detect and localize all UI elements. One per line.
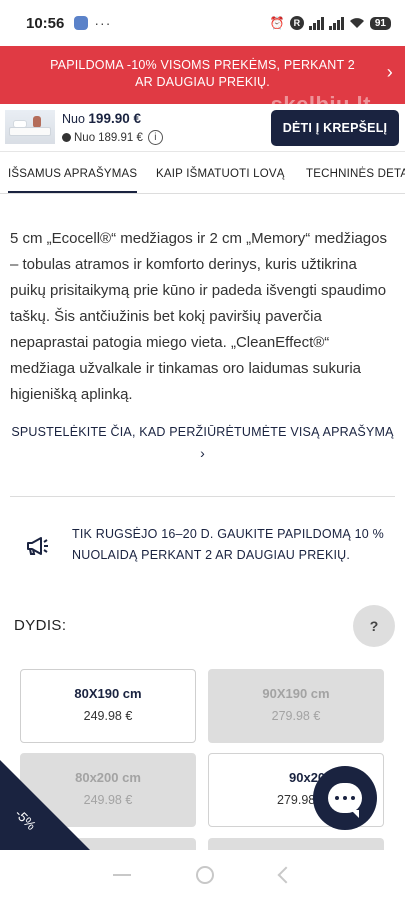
chat-button[interactable] (313, 766, 377, 830)
size-option-80x190[interactable]: 80X190 cm 249.98 € (20, 669, 196, 743)
read-more-label: SPUSTELĖKITE ČIA, KAD PERŽIŪRĖTUMĖTE VIS… (11, 425, 394, 439)
chat-bubble-icon (328, 783, 362, 818)
price-value: 199.90 € (88, 111, 141, 126)
campaign-notice: TIK RUGSĖJO 16–20 D. GAUKITE PAPILDOMĄ 1… (72, 527, 384, 562)
loyalty-icon (62, 133, 71, 142)
battery-icon: 91 (369, 16, 391, 30)
recents-icon[interactable] (112, 874, 131, 876)
app-notification-icon (74, 16, 89, 30)
back-icon[interactable] (277, 866, 295, 884)
size-option-label: 90X190 cm (262, 686, 330, 701)
signal-icon (308, 16, 324, 30)
chevron-right-icon: › (200, 445, 205, 461)
size-help-button[interactable]: ? (353, 605, 395, 647)
system-nav-bar (0, 850, 405, 900)
promo-banner-text: PAPILDOMA -10% VISOMS PREKĖMS, PERKANT 2… (50, 58, 355, 89)
promo-banner[interactable]: PAPILDOMA -10% VISOMS PREKĖMS, PERKANT 2… (0, 46, 405, 116)
chevron-right-icon: › (386, 62, 393, 82)
tab-description[interactable]: IŠSAMUS APRAŠYMAS (8, 168, 138, 193)
status-right-icons: ⏰ R 91 (270, 16, 391, 30)
product-thumbnail (5, 110, 55, 144)
status-left-icons: ··· (74, 15, 111, 31)
sticky-buy-bar: Nuo 199.90 € Nuo 189.91 € i DĖTI Į KREPŠ… (0, 104, 405, 152)
size-option-90x190[interactable]: 90X190 cm 279.98 € (208, 669, 384, 743)
status-time: 10:56 (26, 14, 65, 32)
price-prefix: Nuo (62, 112, 85, 126)
alarm-icon: ⏰ (269, 16, 285, 30)
wifi-icon (349, 18, 364, 28)
product-tabs: IŠSAMUS APRAŠYMAS KAIP IŠMATUOTI LOVĄ TE… (0, 152, 405, 194)
loyalty-price: Nuo 189.91 € i (62, 130, 163, 145)
size-label: DYDIS: (14, 617, 67, 634)
size-option-label: 80X190 cm (74, 686, 142, 701)
loyalty-prefix: Nuo (74, 131, 96, 144)
size-option-price: 249.98 € (83, 709, 133, 723)
divider (10, 496, 395, 497)
home-icon[interactable] (196, 866, 215, 884)
megaphone-icon (27, 537, 48, 555)
loyalty-price-value: 189.91 € (98, 131, 143, 144)
tab-technical-details[interactable]: TECHNINĖS DETA (306, 168, 405, 180)
add-to-cart-button[interactable]: DĖTI Į KREPŠELĮ (271, 110, 399, 146)
discount-badge: -5% (0, 760, 90, 850)
read-more-link[interactable]: SPUSTELĖKITE ČIA, KAD PERŽIŪRĖTUMĖTE VIS… (8, 422, 397, 464)
status-bar: 10:56 ··· ⏰ R 91 (0, 0, 405, 46)
more-notifications-icon: ··· (94, 15, 112, 31)
price-main: Nuo 199.90 € (62, 111, 141, 126)
size-option-price: 279.98 € (271, 709, 321, 723)
tab-how-to-measure[interactable]: KAIP IŠMATUOTI LOVĄ (156, 168, 285, 180)
product-description: 5 cm „Ecocell®“ medžiagos ir 2 cm „Memor… (10, 230, 387, 403)
signal-icon-2 (328, 16, 344, 30)
info-icon[interactable]: i (147, 130, 163, 145)
r-badge-icon: R (289, 16, 304, 30)
